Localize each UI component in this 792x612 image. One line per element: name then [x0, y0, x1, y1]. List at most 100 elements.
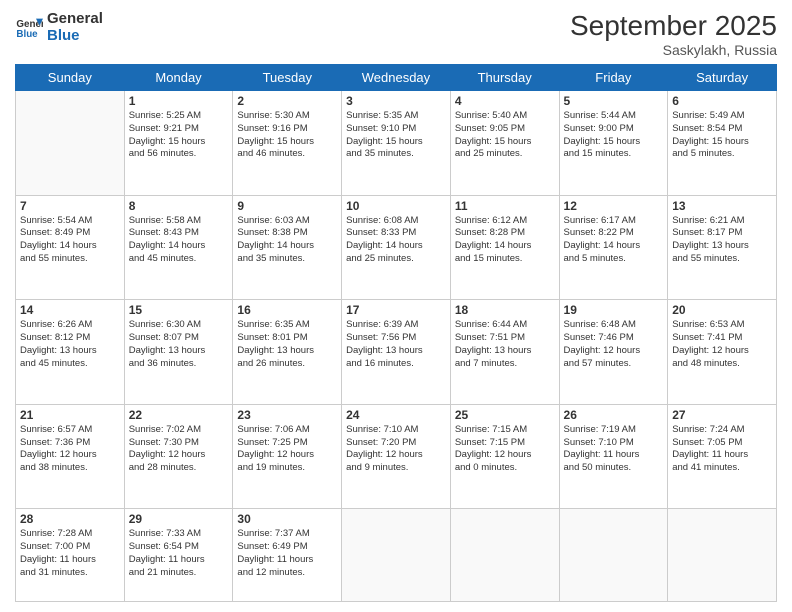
cell-info-line: Sunset: 8:38 PM	[237, 227, 337, 240]
calendar-cell: 30Sunrise: 7:37 AMSunset: 6:49 PMDayligh…	[233, 509, 342, 602]
calendar-cell: 22Sunrise: 7:02 AMSunset: 7:30 PMDayligh…	[124, 404, 233, 509]
cell-info-line: and 19 minutes.	[237, 462, 337, 475]
cell-info-line: Sunset: 7:25 PM	[237, 437, 337, 450]
cell-info-line: and 35 minutes.	[237, 253, 337, 266]
cell-info: Sunrise: 6:39 AMSunset: 7:56 PMDaylight:…	[346, 319, 446, 370]
cell-info-line: Sunrise: 6:26 AM	[20, 319, 120, 332]
cell-info-line: and 57 minutes.	[564, 358, 664, 371]
logo-general: General	[47, 10, 103, 27]
day-number: 9	[237, 199, 337, 213]
day-number: 1	[129, 94, 229, 108]
cell-info: Sunrise: 6:08 AMSunset: 8:33 PMDaylight:…	[346, 215, 446, 266]
cell-info-line: and 12 minutes.	[237, 567, 337, 580]
cell-info-line: Sunset: 7:00 PM	[20, 541, 120, 554]
week-row-3: 14Sunrise: 6:26 AMSunset: 8:12 PMDayligh…	[16, 300, 777, 405]
day-number: 27	[672, 408, 772, 422]
cell-info-line: Daylight: 15 hours	[346, 136, 446, 149]
cell-info: Sunrise: 7:24 AMSunset: 7:05 PMDaylight:…	[672, 424, 772, 475]
calendar-cell: 28 Sunrise: 7:28 AMSunset: 7:00 PMDayligh…	[16, 509, 125, 602]
cell-info-line: Sunrise: 5:35 AM	[346, 110, 446, 123]
cell-info-line: and 36 minutes.	[129, 358, 229, 371]
cell-info-line: Daylight: 12 hours	[346, 449, 446, 462]
cell-info: Sunrise: 6:44 AMSunset: 7:51 PMDaylight:…	[455, 319, 555, 370]
cell-info-line: Sunset: 7:30 PM	[129, 437, 229, 450]
cell-info-line: Sunrise: 6:44 AM	[455, 319, 555, 332]
calendar-cell: 10Sunrise: 6:08 AMSunset: 8:33 PMDayligh…	[342, 195, 451, 300]
calendar-cell	[342, 509, 451, 602]
cell-info-line: Sunrise: 6:57 AM	[20, 424, 120, 437]
cell-info-line: and 25 minutes.	[346, 253, 446, 266]
calendar-cell: 29Sunrise: 7:33 AMSunset: 6:54 PMDayligh…	[124, 509, 233, 602]
day-number: 11	[455, 199, 555, 213]
calendar-cell	[559, 509, 668, 602]
cell-info: Sunrise: 6:30 AMSunset: 8:07 PMDaylight:…	[129, 319, 229, 370]
cell-info: Sunrise: 7:10 AMSunset: 7:20 PMDaylight:…	[346, 424, 446, 475]
cell-info-line: Daylight: 13 hours	[20, 345, 120, 358]
calendar-cell: 14 Sunrise: 6:26 AMSunset: 8:12 PMDayligh…	[16, 300, 125, 405]
day-number: 16	[237, 303, 337, 317]
week-row-1: 1Sunrise: 5:25 AMSunset: 9:21 PMDaylight…	[16, 91, 777, 196]
cell-info-line: and 48 minutes.	[672, 358, 772, 371]
cell-info-line: Sunrise: 5:54 AM	[20, 215, 120, 228]
day-number: 20	[672, 303, 772, 317]
cell-info-line: Sunset: 8:07 PM	[129, 332, 229, 345]
calendar-cell: 16Sunrise: 6:35 AMSunset: 8:01 PMDayligh…	[233, 300, 342, 405]
weekday-monday: Monday	[124, 65, 233, 91]
cell-info: Sunrise: 6:12 AMSunset: 8:28 PMDaylight:…	[455, 215, 555, 266]
cell-info-line: and 41 minutes.	[672, 462, 772, 475]
cell-info-line: Daylight: 11 hours	[129, 554, 229, 567]
cell-info-line: and 15 minutes.	[455, 253, 555, 266]
cell-info-line: Daylight: 11 hours	[564, 449, 664, 462]
weekday-tuesday: Tuesday	[233, 65, 342, 91]
day-number: 14	[20, 303, 120, 317]
day-number: 19	[564, 303, 664, 317]
logo-blue: Blue	[47, 27, 103, 44]
calendar-cell	[16, 91, 125, 196]
cell-info-line: Sunrise: 5:44 AM	[564, 110, 664, 123]
cell-info-line: Sunset: 8:12 PM	[20, 332, 120, 345]
cell-info: Sunrise: 7:15 AMSunset: 7:15 PMDaylight:…	[455, 424, 555, 475]
cell-info-line: Daylight: 12 hours	[455, 449, 555, 462]
day-number: 26	[564, 408, 664, 422]
calendar-cell: 13Sunrise: 6:21 AMSunset: 8:17 PMDayligh…	[668, 195, 777, 300]
cell-info-line: Sunrise: 6:48 AM	[564, 319, 664, 332]
cell-info-line: and 9 minutes.	[346, 462, 446, 475]
cell-info-line: Daylight: 13 hours	[129, 345, 229, 358]
calendar-cell: 24Sunrise: 7:10 AMSunset: 7:20 PMDayligh…	[342, 404, 451, 509]
cell-info: Sunrise: 6:57 AMSunset: 7:36 PMDaylight:…	[20, 424, 120, 475]
cell-info-line: and 21 minutes.	[129, 567, 229, 580]
header: General Blue General Blue September 2025…	[15, 10, 777, 58]
cell-info-line: Sunrise: 7:19 AM	[564, 424, 664, 437]
cell-info-line: Sunrise: 5:49 AM	[672, 110, 772, 123]
cell-info-line: Sunrise: 6:39 AM	[346, 319, 446, 332]
cell-info-line: Sunrise: 7:15 AM	[455, 424, 555, 437]
cell-info-line: and 38 minutes.	[20, 462, 120, 475]
day-number: 2	[237, 94, 337, 108]
cell-info-line: Sunset: 9:21 PM	[129, 123, 229, 136]
day-number: 15	[129, 303, 229, 317]
cell-info-line: and 5 minutes.	[672, 148, 772, 161]
cell-info: Sunrise: 6:48 AMSunset: 7:46 PMDaylight:…	[564, 319, 664, 370]
cell-info-line: Sunset: 7:20 PM	[346, 437, 446, 450]
calendar-cell: 26Sunrise: 7:19 AMSunset: 7:10 PMDayligh…	[559, 404, 668, 509]
cell-info-line: Sunset: 9:00 PM	[564, 123, 664, 136]
calendar-cell: 2Sunrise: 5:30 AMSunset: 9:16 PMDaylight…	[233, 91, 342, 196]
cell-info-line: Daylight: 15 hours	[129, 136, 229, 149]
cell-info-line: Sunrise: 6:21 AM	[672, 215, 772, 228]
cell-info-line: Daylight: 13 hours	[672, 240, 772, 253]
cell-info-line: Sunrise: 6:30 AM	[129, 319, 229, 332]
weekday-sunday: Sunday	[16, 65, 125, 91]
weekday-saturday: Saturday	[668, 65, 777, 91]
calendar-cell: 20Sunrise: 6:53 AMSunset: 7:41 PMDayligh…	[668, 300, 777, 405]
day-number: 28	[20, 512, 120, 526]
cell-info-line: and 5 minutes.	[564, 253, 664, 266]
logo: General Blue General Blue	[15, 10, 103, 44]
cell-info-line: and 26 minutes.	[237, 358, 337, 371]
cell-info-line: and 45 minutes.	[129, 253, 229, 266]
cell-info-line: Sunrise: 6:08 AM	[346, 215, 446, 228]
svg-text:Blue: Blue	[16, 29, 38, 40]
day-number: 30	[237, 512, 337, 526]
cell-info: Sunrise: 6:03 AMSunset: 8:38 PMDaylight:…	[237, 215, 337, 266]
cell-info-line: Sunrise: 6:35 AM	[237, 319, 337, 332]
cell-info: Sunrise: 7:28 AMSunset: 7:00 PMDaylight:…	[20, 528, 120, 579]
